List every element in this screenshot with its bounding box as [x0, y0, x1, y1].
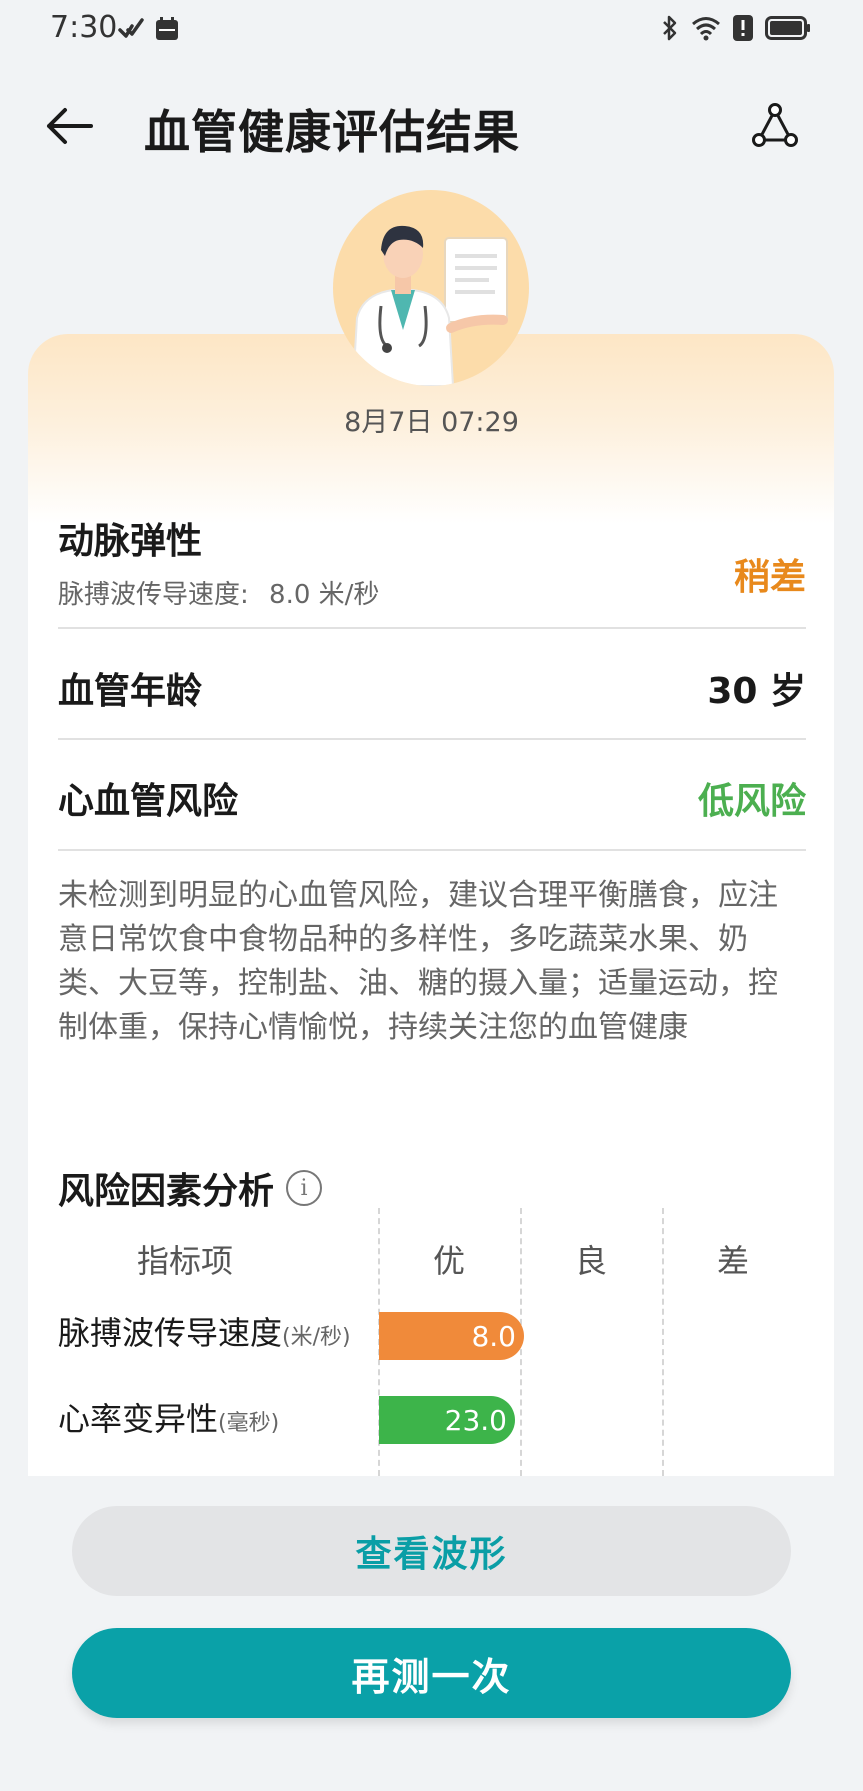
column-header-poor: 差 [716, 1242, 749, 1280]
cardio-risk-row: 心血管风险 低风险 [58, 772, 806, 822]
alert-icon [733, 15, 753, 45]
measure-again-button[interactable]: 再测一次 [72, 1628, 791, 1718]
pwv-detail-label: 脉搏波传导速度: [58, 580, 249, 610]
header: 血管健康评估结果 [0, 84, 863, 174]
metric-bar-value: 23.0 [444, 1403, 507, 1437]
cardio-risk-value: 低风险 [697, 781, 806, 822]
divider [58, 849, 806, 851]
pwv-detail: 脉搏波传导速度: 8.0 米/秒 [58, 574, 806, 611]
metric-bar-value: 8.0 [471, 1319, 516, 1353]
share-icon [750, 102, 800, 154]
arterial-elasticity-status: 稍差 [733, 557, 806, 598]
health-advice-text: 未检测到明显的心血管风险，建议合理平衡膳食，应注意日常饮食中食物品种的多样性，多… [58, 878, 778, 1045]
view-waveform-button[interactable]: 查看波形 [72, 1506, 791, 1596]
metric-bar-pwv: 8.0 [379, 1312, 524, 1360]
cardio-risk-label: 心血管风险 [58, 781, 239, 822]
page: 7:30 血管健康评估结果 8月7日 07:29 动脉弹性 脉搏波传导速度: 8… [0, 0, 863, 1791]
arterial-elasticity-row: 动脉弹性 脉搏波传导速度: 8.0 米/秒 稍差 [58, 512, 806, 612]
back-button[interactable] [38, 98, 98, 158]
metric-name-pwv: 脉搏波传导速度(米/秒) [58, 1308, 351, 1354]
status-bar: 7:30 [0, 0, 863, 58]
wifi-icon [691, 15, 721, 45]
metric-bar-hrv: 23.0 [379, 1396, 515, 1444]
info-icon[interactable]: i [286, 1170, 323, 1206]
status-right-icons [661, 14, 811, 46]
doctor-avatar [333, 190, 529, 386]
risk-analysis-title-row: 风险因素分析 i [58, 1162, 323, 1214]
page-title: 血管健康评估结果 [144, 105, 520, 159]
metric-unit: (毫秒) [218, 1411, 280, 1436]
divider [58, 738, 806, 740]
measure-datetime: 8月7日 07:29 [344, 407, 519, 438]
metric-label: 脉搏波传导速度 [58, 1314, 283, 1352]
vascular-age-value: 30 岁 [707, 671, 806, 712]
share-button[interactable] [745, 98, 805, 158]
huawei-app-icon [154, 16, 180, 46]
divider [58, 627, 806, 629]
column-header-good: 良 [574, 1242, 607, 1280]
vascular-age-row: 血管年龄 30 岁 [58, 662, 806, 712]
metric-unit: (米/秒) [282, 1325, 351, 1350]
battery-icon [765, 16, 811, 44]
pwv-detail-value: 8.0 米/秒 [269, 580, 380, 610]
risk-analysis-title: 风险因素分析 [58, 1171, 275, 1212]
arrow-left-icon [43, 106, 93, 150]
bluetooth-icon [661, 14, 679, 46]
column-header-excellent: 优 [432, 1242, 465, 1280]
status-left-icons [118, 16, 180, 46]
column-header-metric: 指标项 [136, 1242, 233, 1280]
arterial-elasticity-label: 动脉弹性 [58, 521, 203, 562]
risk-factor-table: 指标项 优 良 差 脉搏波传导速度(米/秒) 8.0 心率变异性(毫秒) 23.… [0, 1208, 863, 1476]
metric-label: 心率变异性 [58, 1400, 219, 1438]
huawei-share-icon [118, 18, 144, 44]
metric-name-hrv: 心率变异性(毫秒) [58, 1394, 279, 1440]
vascular-age-label: 血管年龄 [58, 671, 203, 712]
status-time: 7:30 [50, 10, 118, 45]
